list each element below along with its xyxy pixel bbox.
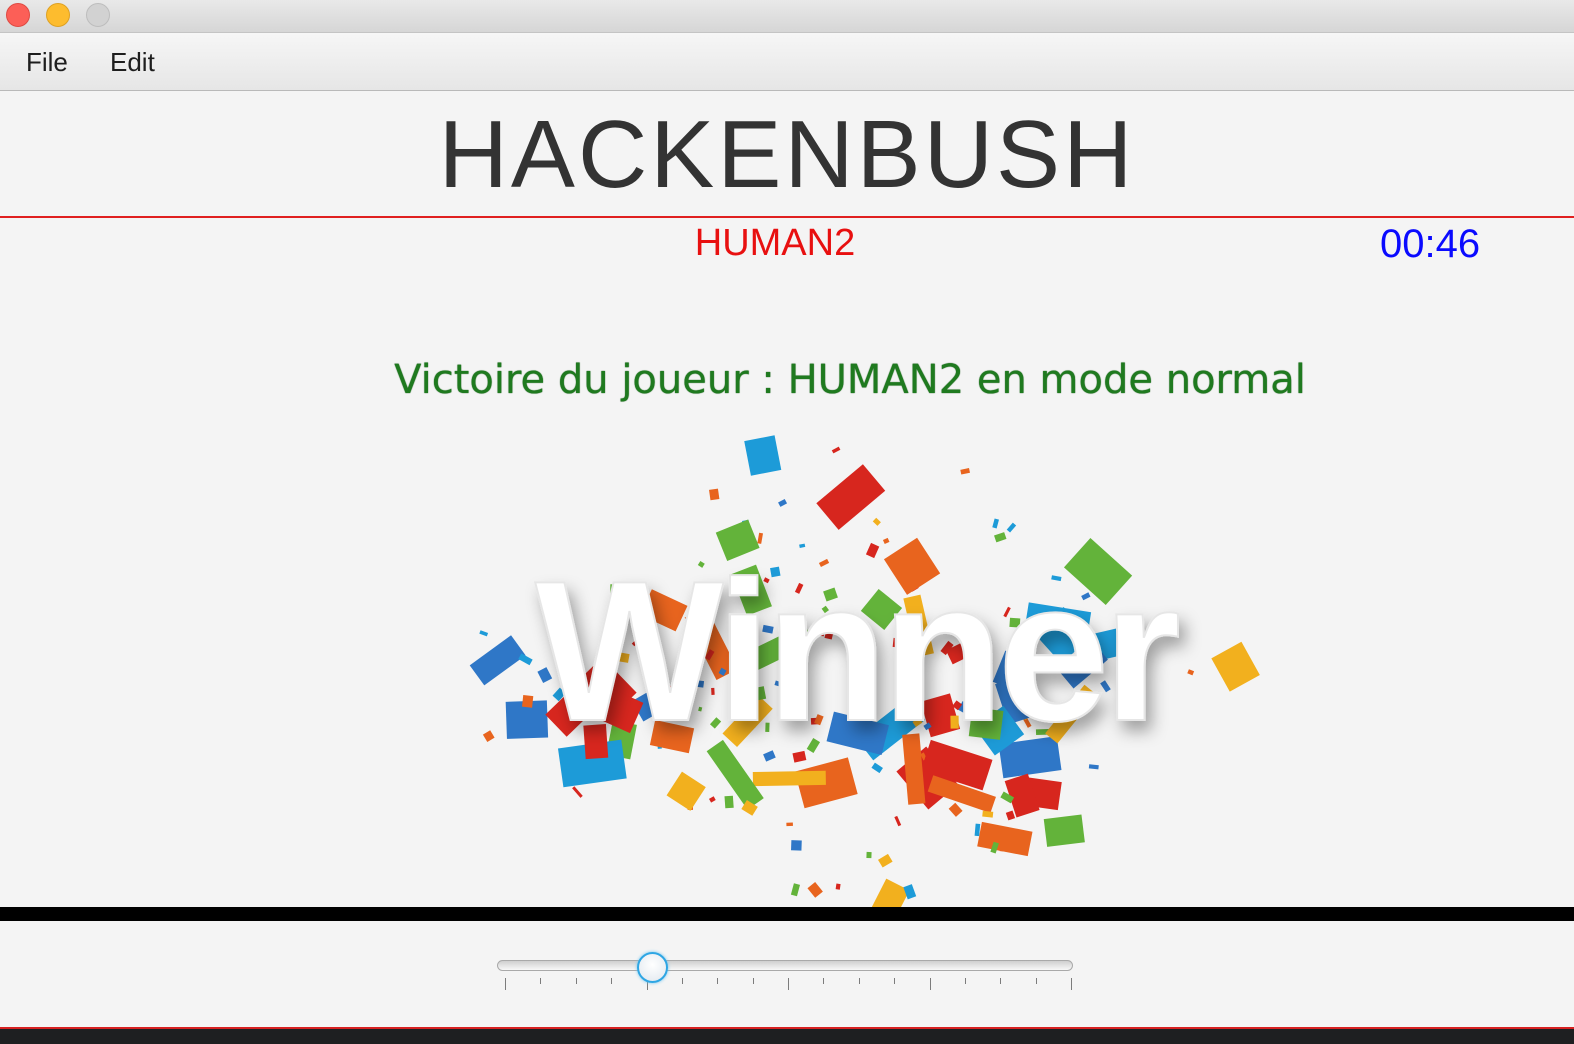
confetti-piece	[572, 786, 583, 798]
slider-tick	[681, 978, 683, 984]
confetti-piece	[866, 851, 872, 859]
winner-word: Winner	[535, 540, 1178, 763]
confetti-piece	[835, 883, 841, 890]
slider-tick	[1000, 978, 1002, 984]
window-title-bar	[0, 0, 1574, 33]
current-player-label: HUMAN2	[694, 222, 856, 264]
confetti-piece	[1005, 810, 1016, 821]
slider-tick	[575, 978, 577, 984]
confetti-piece	[1006, 522, 1017, 533]
slider-tick	[1035, 978, 1037, 984]
confetti-piece	[778, 498, 788, 507]
confetti-piece	[724, 795, 734, 809]
confetti-piece	[992, 518, 999, 529]
game-timer: 00:46	[1380, 222, 1481, 266]
confetti-piece	[878, 853, 893, 868]
bottom-edge	[0, 1029, 1574, 1044]
slider-thumb[interactable]	[637, 952, 669, 983]
confetti-piece	[872, 517, 881, 526]
confetti-piece	[786, 822, 793, 827]
confetti-piece	[479, 630, 489, 637]
confetti-piece	[1043, 814, 1085, 847]
confetti-piece	[744, 435, 782, 476]
confetti-piece	[960, 468, 971, 475]
confetti-piece	[1187, 669, 1195, 676]
close-window-button[interactable]	[6, 3, 30, 27]
confetti-piece	[807, 882, 823, 898]
victory-message: Victoire du joueur : HUMAN2 en mode norm…	[394, 357, 1306, 403]
slider-track[interactable]	[497, 960, 1073, 971]
confetti-piece	[1088, 764, 1099, 770]
slider-tick	[717, 978, 719, 984]
app-title: HACKENBUSH	[438, 101, 1136, 208]
slider-tick	[964, 978, 966, 984]
confetti-piece	[871, 762, 883, 774]
confetti-piece	[974, 823, 981, 837]
confetti-piece	[854, 878, 910, 954]
confetti-piece	[666, 771, 706, 811]
menu-edit[interactable]: Edit	[110, 47, 155, 78]
confetti-piece	[522, 695, 534, 708]
board-separator	[0, 907, 1574, 921]
slider-tick	[1071, 978, 1072, 990]
slider-tick	[858, 978, 860, 984]
confetti-piece	[1211, 641, 1260, 692]
confetti-piece	[790, 883, 801, 897]
menu-bar: File Edit	[0, 33, 1574, 91]
confetti-piece	[791, 840, 802, 851]
slider-tick	[823, 978, 825, 984]
confetti-piece	[999, 843, 1011, 852]
winner-confetti-graphic: Winner	[469, 435, 1260, 954]
slider-panel	[0, 921, 1574, 1028]
maximize-window-button[interactable]	[86, 3, 110, 27]
confetti-piece	[469, 635, 526, 686]
confetti-piece	[948, 802, 963, 817]
slider-tick	[505, 978, 506, 990]
confetti-piece	[709, 796, 716, 803]
winner-image: Winner	[440, 430, 1270, 954]
minimize-window-button[interactable]	[46, 3, 70, 27]
slider-tick	[929, 978, 931, 990]
confetti-piece	[709, 488, 720, 501]
slider-tick	[894, 978, 896, 984]
menu-file[interactable]: File	[26, 47, 68, 78]
header-divider	[0, 216, 1574, 218]
confetti-piece	[752, 770, 826, 787]
slider-tick	[788, 978, 789, 990]
confetti-piece	[894, 815, 902, 827]
confetti-piece	[982, 810, 994, 818]
confetti-piece	[831, 446, 841, 454]
slider-tick	[611, 978, 613, 984]
slider-tick	[752, 978, 754, 984]
confetti-piece	[482, 730, 495, 742]
slider-tick	[540, 978, 542, 984]
